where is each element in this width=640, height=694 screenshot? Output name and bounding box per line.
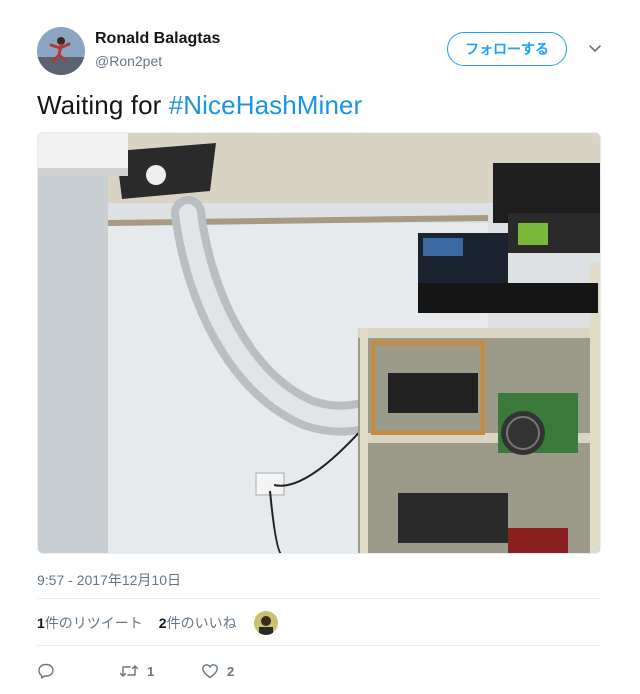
heart-icon xyxy=(201,662,219,680)
divider xyxy=(37,598,600,599)
user-handle[interactable]: @Ron2pet xyxy=(95,53,162,69)
tweet-timestamp[interactable]: 9:57 - 2017年12月10日 xyxy=(37,570,181,590)
like-stat[interactable]: 2件のいいね xyxy=(159,613,237,633)
retweet-icon xyxy=(119,662,139,680)
like-stat-label: 件のいいね xyxy=(166,615,237,631)
avatar[interactable] xyxy=(37,27,85,75)
like-stat-count: 2 xyxy=(158,615,167,631)
reply-button[interactable] xyxy=(37,662,119,680)
retweet-button[interactable]: 1 xyxy=(119,662,201,680)
chevron-down-icon[interactable] xyxy=(587,40,603,56)
hashtag-link[interactable]: #NiceHashMiner xyxy=(169,90,363,120)
reply-icon xyxy=(37,662,55,680)
retweet-count: 1 xyxy=(147,663,155,679)
display-name[interactable]: Ronald Balagtas xyxy=(95,30,220,48)
tweet-text: Waiting for #NiceHashMiner xyxy=(37,90,362,121)
retweet-stat[interactable]: 1件のリツイート xyxy=(37,613,143,633)
tweet-actions: 1 2 xyxy=(37,659,234,683)
retweet-stat-label: 件のリツイート xyxy=(44,615,143,631)
like-count: 2 xyxy=(227,663,235,679)
tweet-header: Ronald Balagtas @Ron2pet フォローする xyxy=(37,27,603,77)
tweet-stats: 1件のリツイート 2件のいいね xyxy=(37,613,253,633)
retweet-stat-count: 1 xyxy=(37,615,45,631)
like-button[interactable]: 2 xyxy=(201,662,234,680)
tweet-photo[interactable] xyxy=(37,132,601,554)
liker-avatar[interactable] xyxy=(254,611,278,635)
follow-button[interactable]: フォローする xyxy=(447,32,567,66)
divider xyxy=(37,645,600,646)
tweet-text-prefix: Waiting for xyxy=(37,90,169,120)
